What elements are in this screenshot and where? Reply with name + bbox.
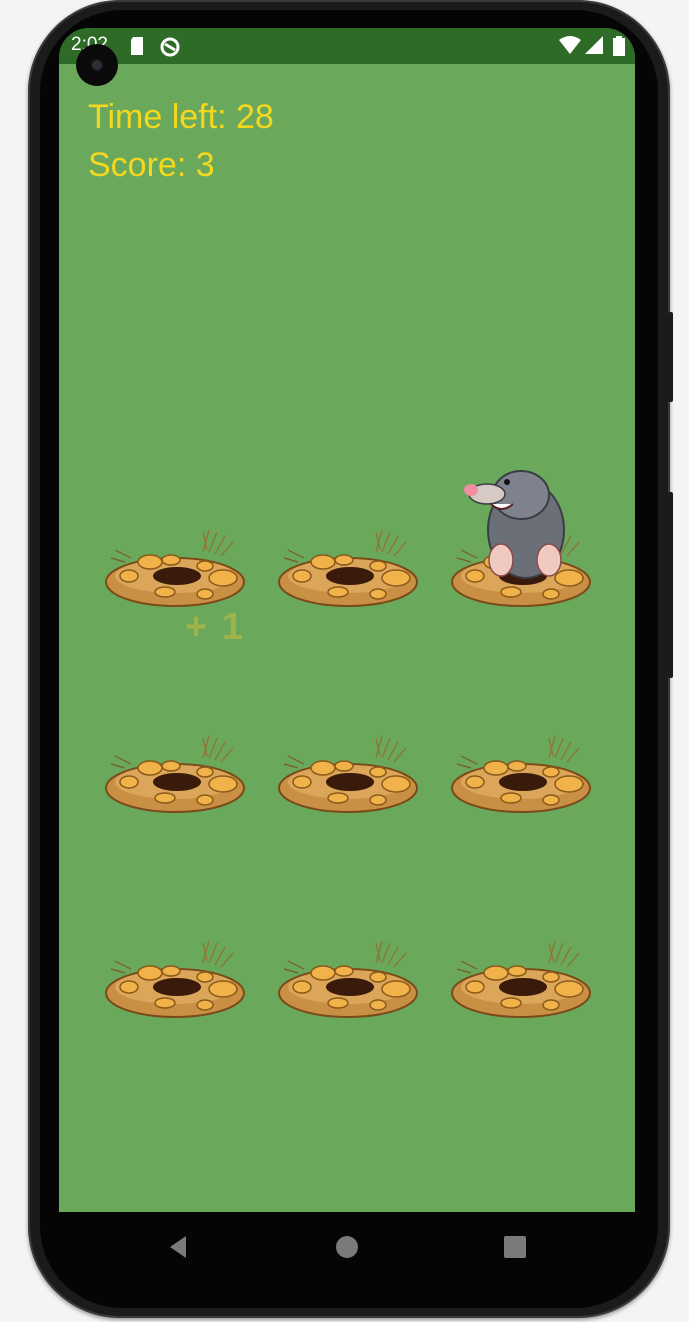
signal-icon bbox=[585, 36, 603, 59]
navigation-bar bbox=[59, 1212, 635, 1280]
mole-hole[interactable] bbox=[451, 726, 591, 816]
front-camera bbox=[76, 44, 118, 86]
volume-button bbox=[668, 312, 673, 402]
home-icon[interactable] bbox=[332, 1232, 362, 1262]
game-screen: 2:02 Time left: 28 Score: 3 + 1 bbox=[59, 28, 635, 1212]
power-button bbox=[668, 492, 673, 678]
sd-card-icon bbox=[129, 36, 145, 61]
score-label: Score: 3 bbox=[88, 146, 215, 184]
mole-hole[interactable] bbox=[278, 726, 418, 816]
mole-hole[interactable] bbox=[105, 931, 245, 1021]
plus-one-feedback: + 1 bbox=[185, 606, 245, 648]
wifi-icon bbox=[559, 36, 581, 59]
time-left-label: Time left: 28 bbox=[88, 98, 274, 136]
mole-hole[interactable] bbox=[105, 726, 245, 816]
mole-hole[interactable] bbox=[105, 520, 245, 610]
mole-hole[interactable] bbox=[278, 931, 418, 1021]
sync-icon bbox=[159, 36, 181, 63]
mole-hole[interactable] bbox=[451, 470, 591, 610]
status-bar: 2:02 bbox=[59, 28, 635, 64]
recents-icon[interactable] bbox=[500, 1232, 530, 1262]
mole-hole[interactable] bbox=[451, 931, 591, 1021]
battery-icon bbox=[613, 36, 625, 61]
mole-hole[interactable] bbox=[278, 520, 418, 610]
back-icon[interactable] bbox=[164, 1232, 194, 1262]
